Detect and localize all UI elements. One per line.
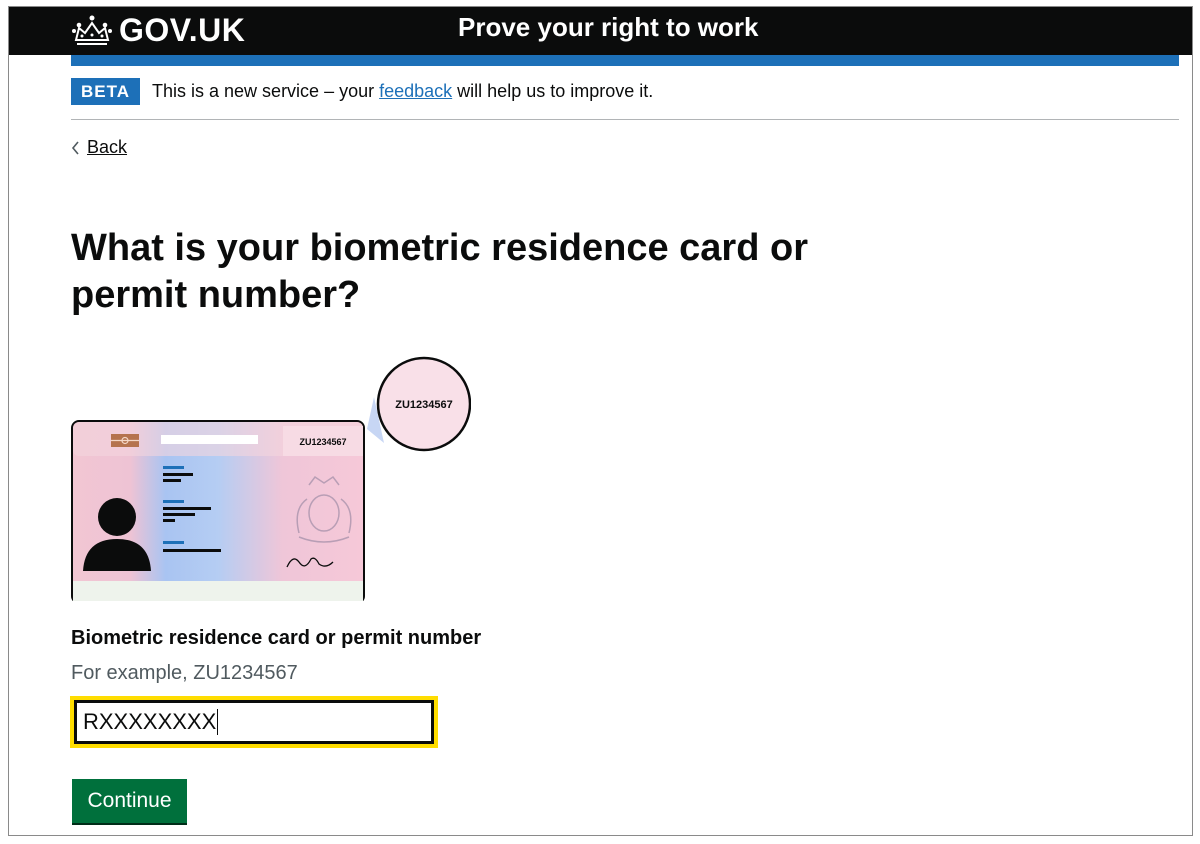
crown-icon: [72, 15, 112, 45]
continue-button[interactable]: Continue: [72, 779, 187, 823]
card-number-focus-ring: RXXXXXXXX: [70, 696, 438, 748]
browser-frame: GOV.UK Prove your right to work BETA Thi…: [8, 6, 1193, 836]
card-number-label: Biometric residence card or permit numbe…: [71, 627, 482, 649]
card-number-input[interactable]: RXXXXXXXX: [74, 700, 434, 744]
phase-text-before: This is a new service – your: [152, 81, 380, 101]
back-link[interactable]: Back: [71, 137, 127, 158]
phase-text-after: will help us to improve it.: [452, 81, 654, 101]
zoom-number-text: ZU1234567: [395, 399, 453, 411]
govuk-header: GOV.UK Prove your right to work: [9, 7, 1192, 55]
feedback-link[interactable]: feedback: [379, 81, 452, 101]
beta-tag: BETA: [71, 78, 141, 105]
text-caret: [217, 709, 219, 735]
card-number-hint: For example, ZU1234567: [71, 662, 298, 684]
govuk-logo-link[interactable]: GOV.UK: [71, 10, 245, 50]
header-blue-bar: [71, 55, 1179, 66]
card-number-input-value: RXXXXXXXX: [83, 709, 217, 734]
chevron-left-icon: [71, 140, 79, 155]
biometric-card-illustration: ZU1234567 ZU1234567: [71, 356, 471, 601]
phase-banner-text: This is a new service – your feedback wi…: [152, 81, 653, 102]
logo-text: GOV.UK: [119, 11, 246, 48]
back-link-label: Back: [87, 137, 128, 157]
page-title: What is your biometric residence card or…: [71, 227, 808, 316]
phase-banner-divider: [71, 119, 1179, 120]
service-name[interactable]: Prove your right to work: [458, 12, 759, 43]
phase-banner: BETA This is a new service – your feedba…: [71, 78, 653, 105]
card-number-text: ZU1234567: [299, 437, 346, 447]
